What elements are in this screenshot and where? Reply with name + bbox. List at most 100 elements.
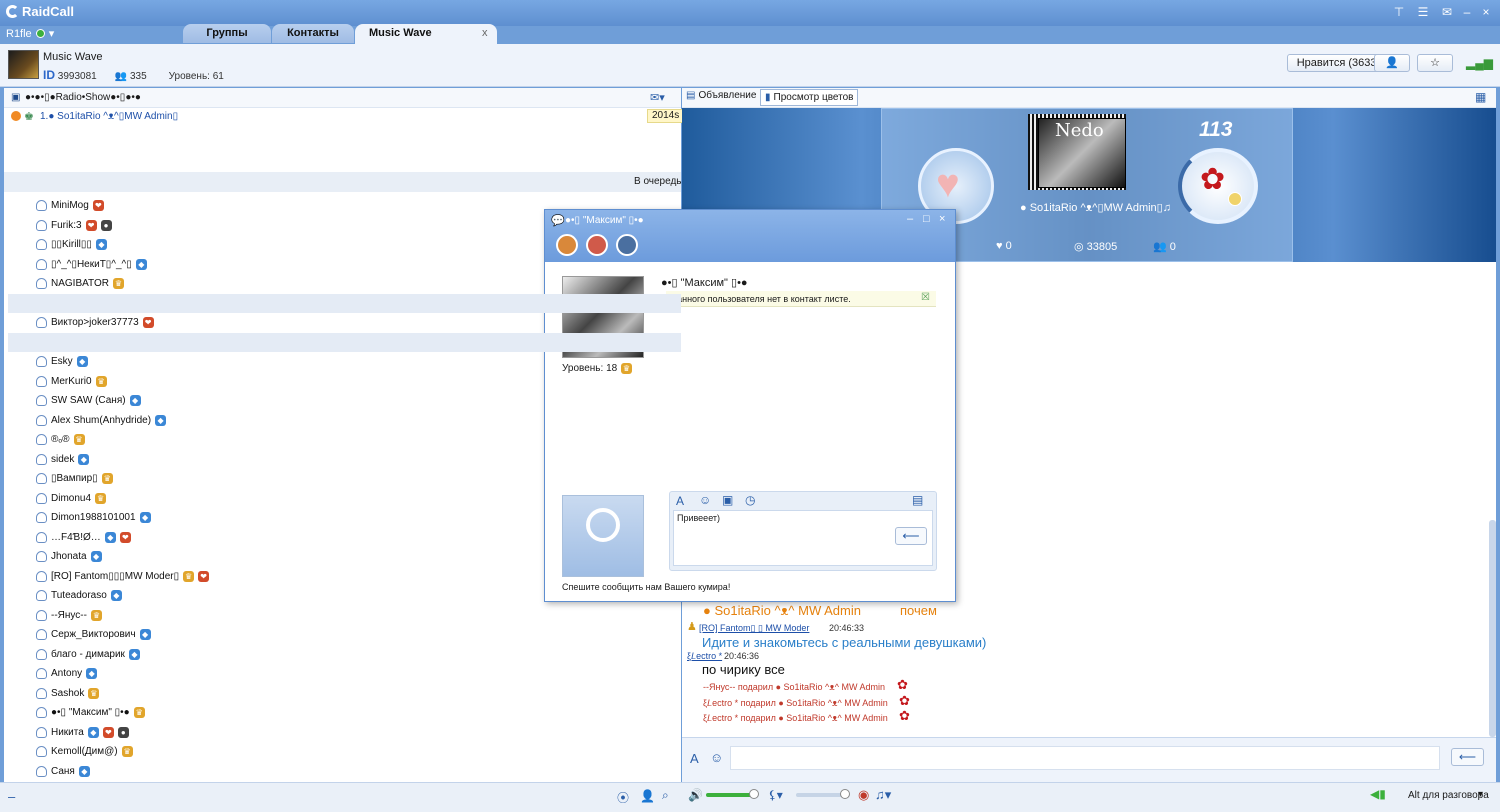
history-icon[interactable]: ◷ (745, 493, 755, 507)
member-name: ●•▯ "Максим" ▯•● (51, 707, 130, 718)
chat-scrollbar[interactable] (1489, 520, 1496, 737)
member-name: Dimonu4 (51, 492, 92, 504)
font-icon[interactable]: A (690, 751, 699, 766)
member-row[interactable]: Виктор>joker37773 ❤ (36, 313, 154, 332)
members-icon: 👥 (114, 71, 128, 82)
member-row[interactable]: Dimon1988101001 ◆ (36, 508, 151, 527)
member-row[interactable]: ▯Вампир▯ ♛ (36, 469, 113, 488)
contact-level: Уровень: 18 (562, 363, 618, 374)
music-icon[interactable]: ♫▾ (875, 787, 891, 803)
announcement-button[interactable]: ▤ Объявление (686, 90, 756, 101)
view-colors-button[interactable]: ▮ Просмотр цветов (760, 89, 859, 106)
skin-icon[interactable]: ✉ (1438, 3, 1456, 21)
chat-line-3-user[interactable]: ξ𝐿ectro * (687, 651, 722, 662)
block-user-icon[interactable] (586, 234, 608, 256)
queue-entry[interactable]: 1.● So1itaRio ^ᴥ^▯MW Admin▯ (40, 111, 178, 122)
screenshot-icon[interactable]: ▣ (722, 493, 733, 507)
member-row[interactable]: Esky ◆ (36, 352, 88, 371)
mic-mute-icon[interactable]: ⚸▾ (768, 788, 783, 802)
tab-close-icon[interactable]: x (482, 27, 488, 39)
user-profile-icon[interactable] (616, 234, 638, 256)
member-row[interactable]: [RO] Fantom▯▯▯MW Moder▯ ♛ ❤ (36, 567, 210, 586)
diam-badge-icon: ◆ (128, 648, 140, 660)
gift-badge-icon: ❤ (85, 219, 97, 231)
tab-contacts[interactable]: Контакты (272, 24, 354, 43)
user-icon (36, 765, 47, 777)
calendar-icon[interactable]: ▦ (1475, 90, 1486, 104)
member-row[interactable]: Dimonu4 ♛ (36, 489, 107, 508)
channel-avatar[interactable] (8, 50, 39, 79)
favorite-star-icon[interactable]: ☆ (1417, 54, 1453, 72)
member-row[interactable]: MerKuri0 ♛ (36, 372, 107, 391)
popup-close-button[interactable]: × (939, 213, 945, 225)
settings-icon[interactable]: ☰ (1414, 3, 1432, 21)
member-row[interactable]: Саня ◆ (36, 762, 90, 781)
member-row[interactable]: Никита ◆ ❤ ● (36, 723, 129, 742)
gift-badge-icon: ❤ (102, 726, 114, 738)
user-icon (36, 531, 47, 543)
popup-emoji-icon[interactable]: ☺ (699, 493, 711, 507)
member-name: [RO] Fantom▯▯▯MW Moder▯ (51, 570, 180, 582)
member-row[interactable]: Sashok ♛ (36, 684, 100, 703)
member-row[interactable]: --Янус-- ♛ (36, 606, 102, 625)
member-row[interactable]: NAGIBATOR ♛ (36, 274, 124, 293)
member-row[interactable]: MiniMog ❤ (36, 196, 104, 215)
chat-input[interactable] (730, 746, 1440, 770)
member-row[interactable]: Antony ◆ (36, 664, 98, 683)
file-icon[interactable]: ▤ (912, 493, 923, 507)
member-row[interactable]: Furik:3 ❤ ● (36, 216, 112, 235)
diam-badge-icon: ◆ (86, 668, 98, 679)
member-name: sidek (51, 453, 75, 465)
popup-minimize-button[interactable]: – (907, 213, 913, 225)
mic-volume-slider[interactable] (796, 793, 846, 797)
speaker-volume-handle[interactable] (749, 789, 759, 799)
record-icon[interactable]: ◉ (858, 787, 869, 803)
user-icon (36, 648, 47, 660)
member-row[interactable]: Jhonata ◆ (36, 547, 102, 566)
user-icon[interactable]: 👤 (640, 789, 655, 803)
add-contact-icon[interactable] (556, 234, 578, 256)
user-status[interactable]: R1fle ▾ (6, 27, 54, 41)
minimize-button[interactable]: – (1458, 3, 1476, 21)
member-row[interactable]: благо - димарик ◆ (36, 645, 140, 664)
member-row[interactable]: Kemoll(Дим@) ♛ (36, 742, 133, 761)
member-row[interactable]: ®ₒ® ♛ (36, 430, 85, 449)
talk-mode-label[interactable]: Alt для разговора (1408, 790, 1489, 801)
rose-gift-icon: ✿ (897, 677, 908, 692)
send-button[interactable]: ⟵ (1451, 748, 1484, 766)
member-row[interactable]: Серж_Викторович ◆ (36, 625, 151, 644)
member-row[interactable]: ▯^_^▯НекиТ▯^_^▯ ◆ (36, 255, 147, 274)
gift-badge-icon: ❤ (119, 531, 131, 543)
collapse-icon[interactable]: – (8, 789, 15, 804)
tab-groups[interactable]: Группы (183, 24, 271, 43)
member-row[interactable]: sidek ◆ (36, 450, 90, 469)
chevron-down-icon[interactable]: ▾ (1478, 789, 1483, 800)
member-row[interactable]: …F4Ɓ!Ø… ◆ ❤ (36, 528, 131, 547)
chat-line-2-user[interactable]: [RO] Fantom▯ ▯ MW Moder (699, 623, 809, 634)
pin-icon[interactable]: ⊤ (1390, 3, 1408, 21)
bomb-badge-icon: ● (100, 219, 112, 231)
member-row[interactable]: Alex Shum(Anhydride) ◆ (36, 411, 167, 430)
dismiss-notice-icon[interactable]: ☒ (921, 292, 930, 303)
channel-path[interactable]: ●•●•▯●Radio•Show●•▯●•● (25, 92, 141, 103)
channel-options-icon[interactable]: ✉▾ (650, 91, 665, 104)
add-member-icon[interactable]: 👤 (1374, 54, 1410, 72)
member-row-highlight (8, 332, 681, 352)
speaker-volume-icon[interactable]: 🔊 (688, 788, 703, 802)
popup-send-button[interactable]: ⟵ (895, 527, 927, 545)
emoji-icon[interactable]: ☺ (710, 750, 723, 765)
search-icon[interactable]: ⌕ (662, 788, 669, 803)
member-row[interactable]: ●•▯ "Максим" ▯•● ♛ (36, 703, 145, 722)
popup-maximize-button[interactable]: □ (923, 213, 930, 225)
tab-music-wave[interactable]: Music Wave (355, 24, 497, 44)
mic-volume-handle[interactable] (840, 789, 850, 799)
popup-font-icon[interactable]: A (676, 494, 684, 508)
member-row[interactable]: Tuteadoraso ◆ (36, 586, 122, 605)
member-row[interactable]: SW SAW (Саня) ◆ (36, 391, 141, 410)
location-pin-icon[interactable]: ⦿ (617, 789, 629, 806)
close-button[interactable]: × (1477, 3, 1495, 21)
member-row[interactable]: ▯▯Kirill▯▯ ◆ (36, 235, 107, 254)
member-name: …F4Ɓ!Ø… (51, 531, 101, 543)
diam-badge-icon: ◆ (104, 531, 116, 543)
join-queue-button[interactable]: В очередь (634, 176, 682, 187)
